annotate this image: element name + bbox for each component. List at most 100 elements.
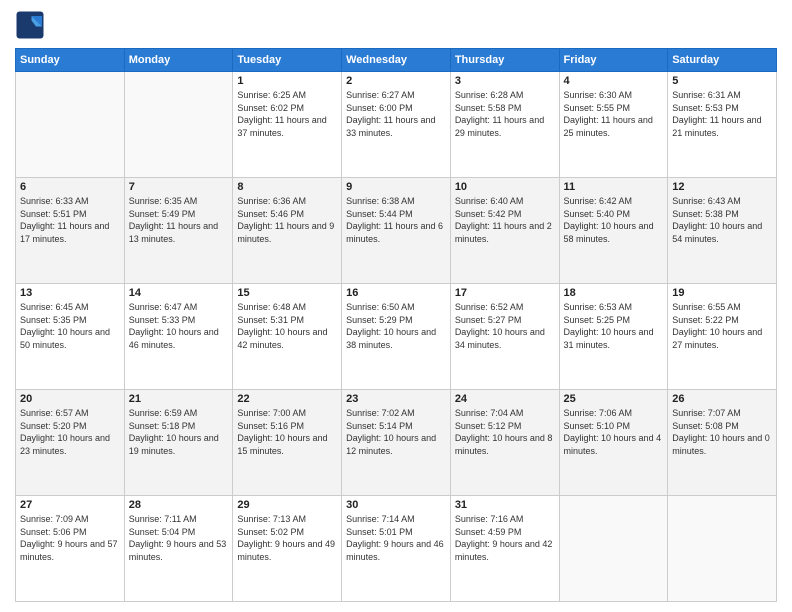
calendar-row-1: 1 Sunrise: 6:25 AM Sunset: 6:02 PM Daylig… [16,72,777,178]
calendar-cell: 11 Sunrise: 6:42 AM Sunset: 5:40 PM Dayli… [559,178,668,284]
day-number: 16 [346,287,446,299]
day-number: 10 [455,181,555,193]
day-info: Sunrise: 6:48 AM Sunset: 5:31 PM Dayligh… [237,301,337,351]
day-info: Sunrise: 7:00 AM Sunset: 5:16 PM Dayligh… [237,407,337,457]
day-number: 1 [237,75,337,87]
col-friday: Friday [559,49,668,72]
day-number: 5 [672,75,772,87]
calendar-cell: 8Sunrise: 6:36 AM Sunset: 5:46 PM Daylig… [233,178,342,284]
day-number: 28 [129,499,229,511]
calendar-cell: 19 Sunrise: 6:55 AM Sunset: 5:22 PM Dayli… [668,284,777,390]
day-info: Sunrise: 6:52 AM Sunset: 5:27 PM Dayligh… [455,301,555,351]
col-tuesday: Tuesday [233,49,342,72]
calendar-cell: 24 Sunrise: 7:04 AM Sunset: 5:12 PM Dayli… [450,390,559,496]
page: Sunday Monday Tuesday Wednesday Thursday… [0,0,792,612]
day-info: Sunrise: 6:55 AM Sunset: 5:22 PM Dayligh… [672,301,772,351]
calendar-cell: 25 Sunrise: 7:06 AM Sunset: 5:10 PM Dayli… [559,390,668,496]
day-number: 26 [672,393,772,405]
day-number: 19 [672,287,772,299]
day-number: 2 [346,75,446,87]
day-number: 13 [20,287,120,299]
day-number: 3 [455,75,555,87]
day-number: 9 [346,181,446,193]
day-info: Sunrise: 6:30 AM Sunset: 5:55 PM Dayligh… [564,89,664,139]
day-info: Sunrise: 6:36 AM Sunset: 5:46 PM Dayligh… [237,195,337,245]
day-number: 7 [129,181,229,193]
day-info: Sunrise: 6:47 AM Sunset: 5:33 PM Dayligh… [129,301,229,351]
calendar-table: Sunday Monday Tuesday Wednesday Thursday… [15,48,777,602]
day-info: Sunrise: 6:27 AM Sunset: 6:00 PM Dayligh… [346,89,446,139]
calendar-header-row: Sunday Monday Tuesday Wednesday Thursday… [16,49,777,72]
calendar-cell [16,72,125,178]
calendar-cell: 2 Sunrise: 6:27 AM Sunset: 6:00 PM Daylig… [342,72,451,178]
day-number: 6 [20,181,120,193]
day-info: Sunrise: 6:25 AM Sunset: 6:02 PM Dayligh… [237,89,337,139]
day-number: 29 [237,499,337,511]
day-info: Sunrise: 7:14 AM Sunset: 5:01 PM Dayligh… [346,513,446,563]
day-number: 4 [564,75,664,87]
calendar-row-2: 6 Sunrise: 6:33 AM Sunset: 5:51 PM Daylig… [16,178,777,284]
day-info: Sunrise: 6:45 AM Sunset: 5:35 PM Dayligh… [20,301,120,351]
calendar-cell: 1 Sunrise: 6:25 AM Sunset: 6:02 PM Daylig… [233,72,342,178]
calendar-cell: 31 Sunrise: 7:16 AM Sunset: 4:59 PM Dayli… [450,496,559,602]
calendar-cell: 21 Sunrise: 6:59 AM Sunset: 5:18 PM Dayli… [124,390,233,496]
day-number: 12 [672,181,772,193]
day-info: Sunrise: 6:33 AM Sunset: 5:51 PM Dayligh… [20,195,120,245]
day-number: 11 [564,181,664,193]
day-info: Sunrise: 7:11 AM Sunset: 5:04 PM Dayligh… [129,513,229,563]
day-number: 17 [455,287,555,299]
day-number: 24 [455,393,555,405]
day-info: Sunrise: 7:02 AM Sunset: 5:14 PM Dayligh… [346,407,446,457]
day-info: Sunrise: 7:16 AM Sunset: 4:59 PM Dayligh… [455,513,555,563]
calendar-row-4: 20 Sunrise: 6:57 AM Sunset: 5:20 PM Dayli… [16,390,777,496]
day-number: 21 [129,393,229,405]
calendar-cell: 15 Sunrise: 6:48 AM Sunset: 5:31 PM Dayli… [233,284,342,390]
calendar-cell: 20 Sunrise: 6:57 AM Sunset: 5:20 PM Dayli… [16,390,125,496]
calendar-cell: 14Sunrise: 6:47 AM Sunset: 5:33 PM Dayli… [124,284,233,390]
day-info: Sunrise: 6:42 AM Sunset: 5:40 PM Dayligh… [564,195,664,245]
day-info: Sunrise: 6:43 AM Sunset: 5:38 PM Dayligh… [672,195,772,245]
day-number: 23 [346,393,446,405]
day-number: 18 [564,287,664,299]
calendar-cell: 29 Sunrise: 7:13 AM Sunset: 5:02 PM Dayli… [233,496,342,602]
col-thursday: Thursday [450,49,559,72]
calendar-cell: 4 Sunrise: 6:30 AM Sunset: 5:55 PM Daylig… [559,72,668,178]
day-info: Sunrise: 6:59 AM Sunset: 5:18 PM Dayligh… [129,407,229,457]
day-number: 31 [455,499,555,511]
calendar-cell [668,496,777,602]
day-number: 15 [237,287,337,299]
calendar-cell: 27Sunrise: 7:09 AM Sunset: 5:06 PM Dayli… [16,496,125,602]
calendar-cell: 5 Sunrise: 6:31 AM Sunset: 5:53 PM Daylig… [668,72,777,178]
calendar-cell: 12 Sunrise: 6:43 AM Sunset: 5:38 PM Dayli… [668,178,777,284]
col-sunday: Sunday [16,49,125,72]
header [15,10,777,40]
day-info: Sunrise: 6:38 AM Sunset: 5:44 PM Dayligh… [346,195,446,245]
day-info: Sunrise: 7:07 AM Sunset: 5:08 PM Dayligh… [672,407,772,457]
day-info: Sunrise: 6:40 AM Sunset: 5:42 PM Dayligh… [455,195,555,245]
logo [15,10,49,40]
calendar-cell [124,72,233,178]
calendar-cell: 28 Sunrise: 7:11 AM Sunset: 5:04 PM Dayli… [124,496,233,602]
calendar-cell: 6 Sunrise: 6:33 AM Sunset: 5:51 PM Daylig… [16,178,125,284]
col-saturday: Saturday [668,49,777,72]
col-wednesday: Wednesday [342,49,451,72]
day-info: Sunrise: 6:31 AM Sunset: 5:53 PM Dayligh… [672,89,772,139]
calendar-cell: 3 Sunrise: 6:28 AM Sunset: 5:58 PM Daylig… [450,72,559,178]
calendar-cell: 26 Sunrise: 7:07 AM Sunset: 5:08 PM Dayli… [668,390,777,496]
day-number: 27 [20,499,120,511]
day-number: 30 [346,499,446,511]
day-info: Sunrise: 7:06 AM Sunset: 5:10 PM Dayligh… [564,407,664,457]
day-info: Sunrise: 7:13 AM Sunset: 5:02 PM Dayligh… [237,513,337,563]
day-info: Sunrise: 6:57 AM Sunset: 5:20 PM Dayligh… [20,407,120,457]
calendar-cell: 7Sunrise: 6:35 AM Sunset: 5:49 PM Daylig… [124,178,233,284]
col-monday: Monday [124,49,233,72]
calendar-cell: 30 Sunrise: 7:14 AM Sunset: 5:01 PM Dayli… [342,496,451,602]
day-info: Sunrise: 7:04 AM Sunset: 5:12 PM Dayligh… [455,407,555,457]
calendar-cell: 16Sunrise: 6:50 AM Sunset: 5:29 PM Dayli… [342,284,451,390]
day-info: Sunrise: 6:28 AM Sunset: 5:58 PM Dayligh… [455,89,555,139]
day-info: Sunrise: 6:53 AM Sunset: 5:25 PM Dayligh… [564,301,664,351]
calendar-row-5: 27Sunrise: 7:09 AM Sunset: 5:06 PM Dayli… [16,496,777,602]
logo-icon [15,10,45,40]
day-number: 20 [20,393,120,405]
day-number: 25 [564,393,664,405]
